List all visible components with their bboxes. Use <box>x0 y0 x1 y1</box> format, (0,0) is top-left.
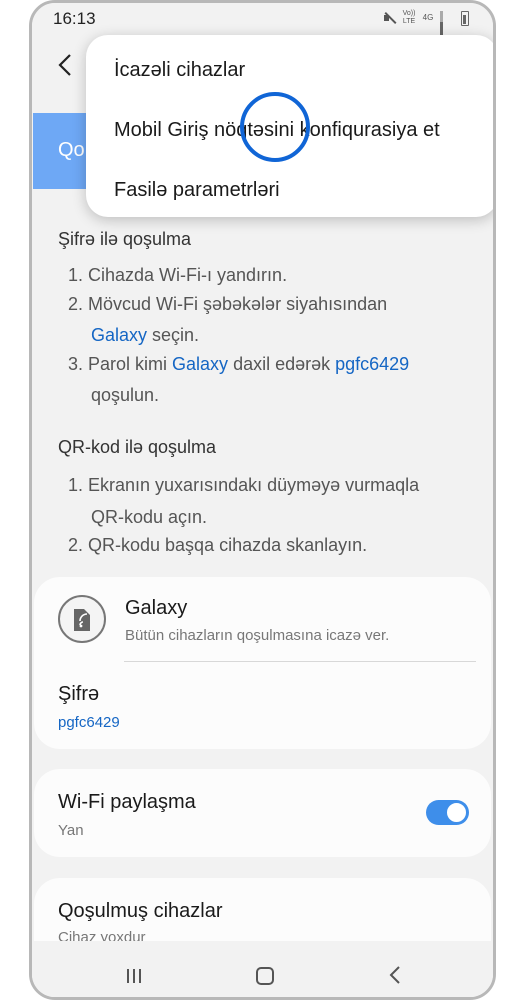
password-link: pgfc6429 <box>335 354 410 374</box>
signal-icon <box>440 11 456 45</box>
password-step-2: 2. Mövcud Wi-Fi şəbəkələr siyahısından <box>68 294 388 314</box>
home-icon[interactable] <box>256 967 274 985</box>
qr-step-1-cont: QR-kodu açın. <box>91 507 208 527</box>
password-label[interactable]: Şifrə <box>58 683 99 706</box>
wifi-sharing-toggle[interactable] <box>426 800 469 825</box>
status-time: 16:13 <box>53 9 96 28</box>
qr-step-1: 1. Ekranın yuxarısındakı düyməyə vurmaql… <box>68 475 420 495</box>
battery-icon <box>461 10 469 26</box>
mute-icon <box>383 11 397 25</box>
wifi-sharing-label: Wi-Fi paylaşma <box>58 791 196 813</box>
4g-icon: 4G <box>422 13 434 22</box>
qr-connect-heading: QR-kod ilə qoşulma <box>58 437 217 457</box>
chevron-left-icon[interactable] <box>58 53 78 77</box>
connected-devices-label: Qoşulmuş cihazlar <box>58 900 223 922</box>
back-icon[interactable] <box>387 965 403 985</box>
password-step-1: 1. Cihazda Wi-Fi-ı yandırın. <box>68 265 288 285</box>
network-description: Bütün cihazların qoşulmasına icazə ver. <box>125 627 390 644</box>
status-icons: Vo)) LTE 4G <box>383 9 469 45</box>
navigation-bar <box>32 941 493 997</box>
galaxy-link-2: Galaxy <box>172 354 229 374</box>
toggle-knob <box>445 801 468 824</box>
menu-item-allowed-devices[interactable]: İcazəli cihazlar <box>114 59 245 82</box>
wifi-sharing-card[interactable]: Wi-Fi paylaşma Yan <box>34 769 491 857</box>
password-value: pgfc6429 <box>58 714 120 731</box>
touch-indicator <box>240 92 310 162</box>
menu-item-timeout-settings[interactable]: Fasilə parametrləri <box>114 179 280 202</box>
volte-icon: Vo)) LTE <box>402 10 416 25</box>
network-card: Galaxy Bütün cihazların qoşulmasına icaz… <box>34 577 491 749</box>
status-bar: 16:13 Vo)) LTE 4G <box>32 3 493 45</box>
recent-apps-icon[interactable] <box>124 968 144 984</box>
screen: 16:13 Vo)) LTE 4G Qo Şifrə ilə qoşulma 1… <box>32 3 493 997</box>
qr-step-2: 2. QR-kodu başqa cihazda skanlayın. <box>68 535 368 555</box>
tab-pill-label: Qo <box>58 139 85 161</box>
wifi-sharing-state: Yan <box>58 822 84 839</box>
divider <box>124 661 476 662</box>
password-connect-heading: Şifrə ilə qoşulma <box>58 229 192 249</box>
password-step-3-cont: qoşulun. <box>91 385 160 405</box>
password-step-3: 3. Parol kimi Galaxy daxil edərək pgfc64… <box>68 354 410 374</box>
password-step-2-cont: Galaxy seçin. <box>91 325 200 345</box>
network-name[interactable]: Galaxy <box>125 597 187 620</box>
galaxy-link: Galaxy <box>91 325 148 345</box>
hotspot-phone-icon <box>58 595 106 643</box>
phone-frame: 16:13 Vo)) LTE 4G Qo Şifrə ilə qoşulma 1… <box>29 0 496 1000</box>
